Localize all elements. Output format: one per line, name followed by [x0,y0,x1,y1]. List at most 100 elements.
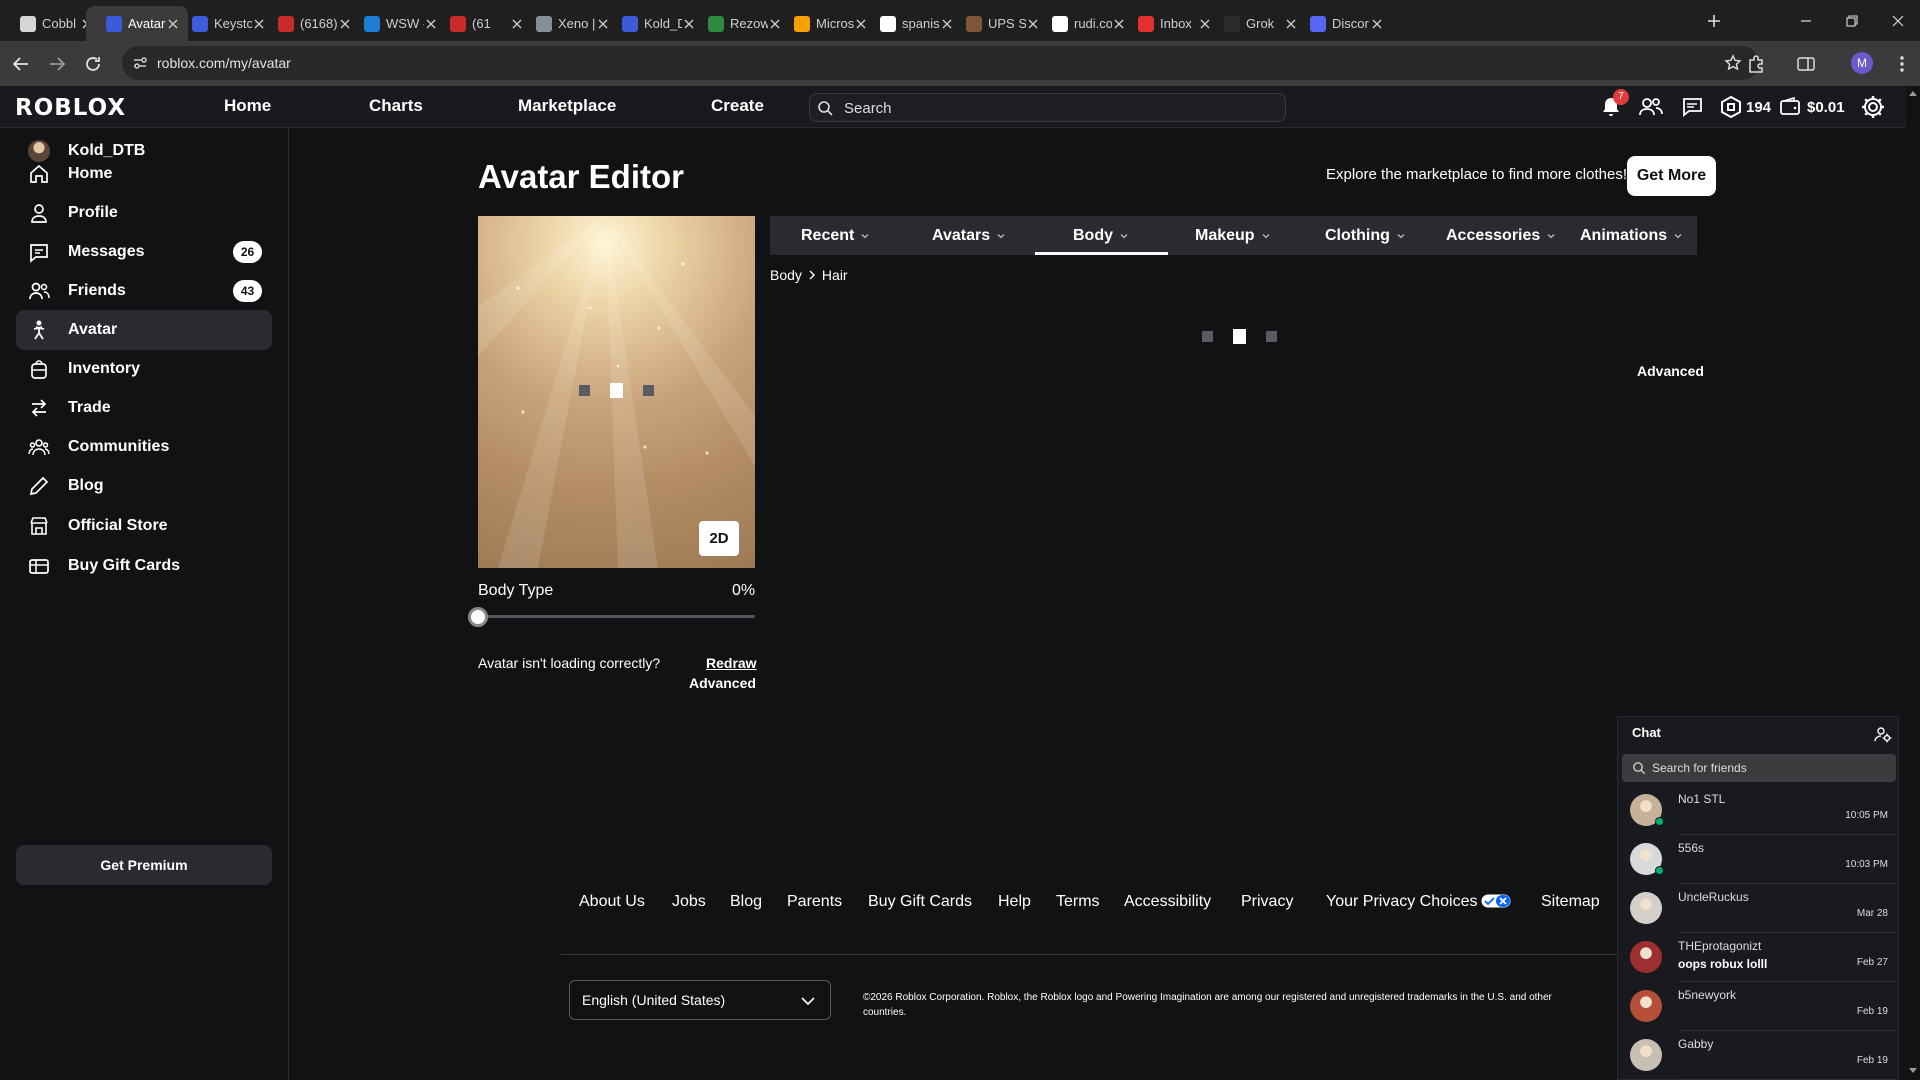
tab-label: Recent [801,226,855,244]
tab-animations[interactable]: Animations [1580,216,1683,255]
tab-accessories[interactable]: Accessories [1446,216,1556,255]
copyright-text: ©2026 Roblox Corporation. Roblox, the Ro… [863,992,1552,1018]
tab-recent[interactable]: Recent [801,216,870,255]
browser-tab-label: (61 [472,16,491,31]
loading-dot [579,385,590,396]
sidebar-item-profile[interactable]: Profile [16,193,272,233]
browser-tab-label: Cobbl [42,16,76,31]
advanced-link-right[interactable]: Advanced [1637,363,1704,379]
chat-conversation[interactable]: UncleRuckus Mar 28 [1622,884,1896,933]
profile-avatar[interactable]: M [1851,52,1873,74]
advanced-link[interactable]: Advanced [689,675,756,691]
body-type-slider[interactable] [478,615,755,618]
sidebar-item-friends[interactable]: Friends 43 [16,271,272,311]
sidebar-item-label: Inventory [68,360,141,377]
side-panel-button[interactable] [1795,53,1817,75]
chat-settings-icon[interactable] [1874,725,1892,743]
header-search-input[interactable]: Search [809,93,1286,122]
redraw-link[interactable]: Redraw [706,655,757,671]
wallet-amount: $0.01 [1807,98,1845,116]
footer-link-terms[interactable]: Terms [1056,893,1100,911]
sidebar-item-inventory[interactable]: Inventory [16,349,272,389]
browser-tab-label: rudi.co [1074,16,1112,31]
chevron-down-icon [996,231,1006,241]
close-tab-icon[interactable] [1370,17,1384,31]
tab-body[interactable]: Body [1073,216,1129,255]
friends-header-button[interactable] [1638,95,1664,119]
body-type-label: Body Type [478,582,554,599]
notifications-button[interactable]: 7 [1599,89,1629,119]
blog-icon [28,475,50,497]
footer-link-help[interactable]: Help [998,893,1031,911]
forward-button[interactable] [46,53,68,75]
friends-icon [28,280,50,302]
arrow-left-icon [12,57,28,71]
footer-link-buy-gift-cards[interactable]: Buy Gift Cards [868,893,972,911]
bookmark-star-icon[interactable] [1724,54,1742,72]
favicon-icon [1052,15,1068,32]
sidebar-item-communities[interactable]: Communities [16,427,272,467]
get-more-button[interactable]: Get More [1627,156,1716,196]
url-text: roblox.com/my/avatar [157,55,291,71]
footer-link-jobs[interactable]: Jobs [672,893,706,911]
new-tab-button[interactable] [1704,11,1724,31]
sidebar-item-messages[interactable]: Messages 26 [16,232,272,272]
footer-link-blog[interactable]: Blog [730,893,762,911]
reload-button[interactable] [82,53,104,75]
chat-title[interactable]: Chat [1632,725,1661,740]
footer-link-parents[interactable]: Parents [787,893,842,911]
tab-clothing[interactable]: Clothing [1325,216,1406,255]
nav-create[interactable]: Create [711,96,764,116]
tab-label: Accessories [1446,226,1541,244]
restore-button[interactable] [1842,11,1862,31]
robux-balance[interactable]: 194 [1719,95,1771,119]
sidebar-item-official-store[interactable]: Official Store [16,506,272,546]
footer-link-privacy[interactable]: Privacy [1241,893,1293,911]
sidebar-item-trade[interactable]: Trade [16,388,272,428]
get-premium-button[interactable]: Get Premium [16,845,272,885]
extensions-button[interactable] [1745,53,1767,75]
loading-dot [1233,329,1246,344]
tab-makeup[interactable]: Makeup [1195,216,1271,255]
nav-home[interactable]: Home [224,96,271,116]
wallet-balance[interactable]: $0.01 [1779,95,1845,119]
loading-dot [1202,331,1213,342]
roblox-logo[interactable]: ROBLOX [15,95,126,121]
search-placeholder: Search [844,100,892,117]
sidebar-item-buy-gift-cards[interactable]: Buy Gift Cards [16,546,272,586]
browser-tab-label: Discor [1332,16,1369,31]
close-window-button[interactable] [1888,11,1908,31]
browser-menu-button[interactable] [1892,53,1912,75]
sidebar-item-home[interactable]: Home [16,154,272,194]
chat-conversation[interactable]: 556s 10:03 PM [1622,835,1896,884]
browser-tab[interactable]: Discor [1290,6,1392,41]
online-status-dot [1655,817,1664,826]
chevron-down-icon [860,231,870,241]
chat-conversation[interactable]: No1 STL 10:05 PM [1622,786,1896,835]
chat-conversation[interactable]: Gabby Feb 19 [1622,1031,1896,1080]
minimize-button[interactable] [1796,11,1816,31]
language-select[interactable]: English (United States) [569,980,831,1020]
breadcrumb-body[interactable]: Body [770,267,802,283]
back-button[interactable] [10,53,32,75]
footer-link-sitemap[interactable]: Sitemap [1541,893,1600,911]
browser-tab-label: Kold_D [644,16,682,31]
count-badge: 43 [233,280,262,302]
nav-marketplace[interactable]: Marketplace [518,96,616,116]
address-bar[interactable]: roblox.com/my/avatar [122,46,1759,80]
page-scrollbar[interactable] [1906,86,1920,1080]
body-type-slider-thumb[interactable] [468,607,488,627]
sidebar-item-avatar[interactable]: Avatar [16,310,272,350]
footer-link-your-privacy-choices[interactable]: Your Privacy Choices [1326,893,1511,911]
chat-search-input[interactable]: Search for friends [1622,754,1896,782]
view-2d-toggle[interactable]: 2D [699,521,739,556]
footer-link-accessibility[interactable]: Accessibility [1124,893,1211,911]
footer-link-about-us[interactable]: About Us [579,893,645,911]
messages-header-button[interactable] [1680,95,1704,119]
chat-conversation[interactable]: THEprotagonizt oops robux lolll Feb 27 [1622,933,1896,982]
settings-button[interactable] [1860,94,1886,120]
sidebar-item-blog[interactable]: Blog [16,466,272,506]
tab-avatars[interactable]: Avatars [932,216,1006,255]
chat-conversation[interactable]: b5newyork Feb 19 [1622,982,1896,1031]
nav-charts[interactable]: Charts [369,96,423,116]
